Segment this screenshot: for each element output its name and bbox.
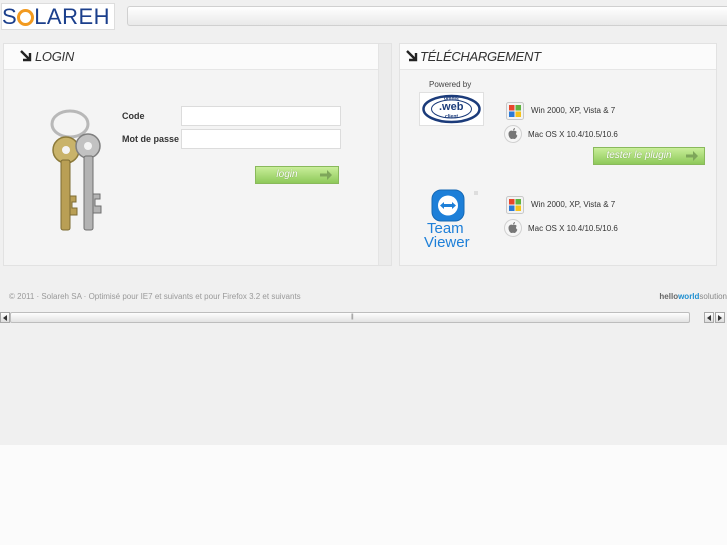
download-panel-header: TÉLÉCHARGEMENT: [400, 44, 716, 70]
copyright-text: © 2011 · Solareh SA · Optimisé pour IE7 …: [9, 292, 301, 301]
keys-icon: [50, 109, 102, 231]
arrow-right-icon: [686, 151, 698, 161]
test-plugin-button[interactable]: tester le plugin: [593, 147, 705, 165]
owc-logo-bottom: client: [445, 114, 459, 120]
logo-sun-ring: [17, 9, 35, 26]
password-input[interactable]: [181, 129, 341, 149]
arrow-down-right-icon: [20, 50, 32, 62]
download-title: TÉLÉCHARGEMENT: [420, 49, 541, 64]
scroll-left-button-end[interactable]: [704, 312, 714, 323]
windows-icon[interactable]: [506, 196, 524, 214]
logo-text: LAREH: [34, 4, 111, 29]
powered-by-label: Powered by: [429, 80, 472, 89]
teamviewer-mac-download-link[interactable]: Mac OS X 10.4/10.5/10.6: [528, 224, 618, 233]
scrollbar-thumb[interactable]: |||: [10, 312, 690, 323]
teamviewer-logo[interactable]: Team Viewer: [421, 189, 481, 255]
password-label: Mot de passe: [122, 134, 180, 144]
owc-windows-download-link[interactable]: Win 2000, XP, Vista & 7: [531, 106, 615, 115]
solareh-logo[interactable]: S LAREH: [1, 3, 115, 30]
code-input[interactable]: [181, 106, 341, 126]
windows-icon[interactable]: [506, 102, 524, 120]
teamviewer-windows-download-link[interactable]: Win 2000, XP, Vista & 7: [531, 200, 615, 209]
triangle-left-icon: [3, 315, 7, 321]
login-button-label: login: [276, 169, 298, 180]
credit-part-solution: solution: [699, 292, 727, 301]
triangle-right-icon: [718, 315, 722, 321]
login-title: LOGIN: [35, 49, 74, 64]
download-panel: TÉLÉCHARGEMENT Powered by omnis .web cli…: [399, 43, 717, 266]
arrow-down-right-icon: [406, 50, 418, 62]
owc-mac-download-link[interactable]: Mac OS X 10.4/10.5/10.6: [528, 130, 618, 139]
credit-part-world: world: [678, 292, 700, 301]
login-panel-divider: [378, 44, 391, 265]
arrow-right-icon: [320, 170, 332, 180]
scroll-right-button[interactable]: [715, 312, 725, 323]
top-navigation-bar: [127, 6, 727, 26]
login-panel-header: LOGIN: [4, 44, 391, 70]
apple-icon[interactable]: [504, 125, 522, 143]
owc-logo-mid: .web: [439, 101, 464, 113]
horizontal-scrollbar[interactable]: |||: [0, 311, 727, 324]
code-label: Code: [122, 111, 145, 121]
scrollbar-grip-icon: |||: [351, 314, 354, 320]
credit-part-hello: hello: [659, 292, 679, 301]
omnis-web-client-logo[interactable]: omnis .web client: [419, 92, 484, 126]
scroll-left-button[interactable]: [0, 312, 10, 323]
logo-letter-s: S: [2, 4, 18, 29]
test-plugin-label: tester le plugin: [606, 150, 672, 161]
login-panel: LOGIN Code Mot de passe login: [3, 43, 392, 266]
login-button[interactable]: login: [255, 166, 339, 184]
helloworldsolution-credit[interactable]: helloworldsolution: [659, 292, 727, 301]
teamviewer-logo-line2: Viewer: [424, 234, 470, 251]
page-background: [0, 445, 727, 545]
triangle-left-icon: [707, 315, 711, 321]
apple-icon[interactable]: [504, 219, 522, 237]
